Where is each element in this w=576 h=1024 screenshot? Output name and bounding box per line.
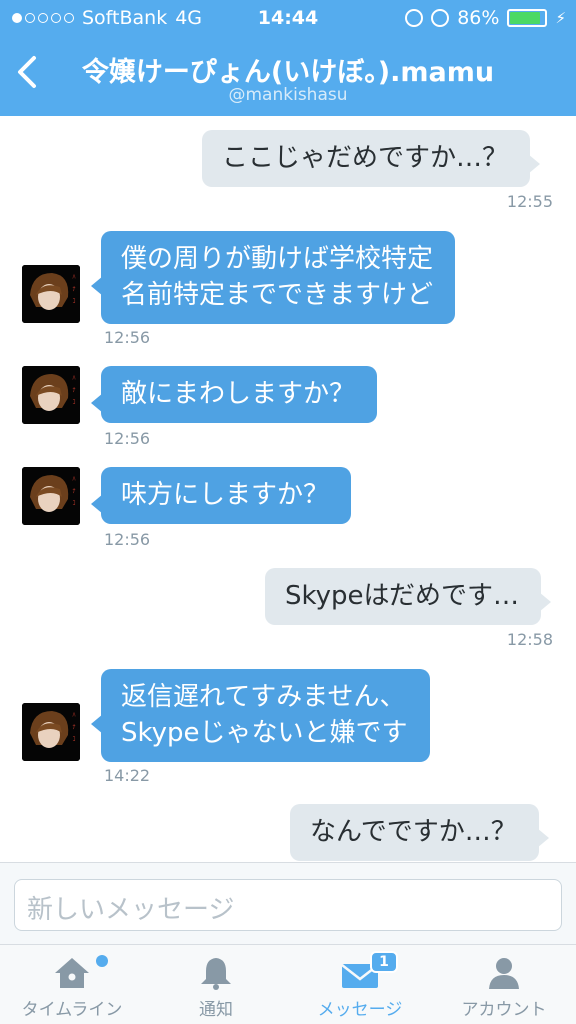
svg-text:ﾊ: ﾊ bbox=[72, 712, 75, 719]
message-text: なんでですか…？ bbox=[310, 817, 517, 847]
tab-label: メッセージ bbox=[317, 1000, 403, 1020]
conversation-title: 令嬢けーぴょん(いけぼ。).mamu bbox=[81, 57, 495, 88]
unread-badge: 1 bbox=[370, 951, 398, 973]
charging-icon: ⚡ bbox=[555, 9, 566, 27]
message-composer: 新しいメッセージ bbox=[0, 862, 576, 944]
status-bar: SoftBank 4G 14:44 86% ⚡ bbox=[0, 0, 576, 36]
svg-text:ﾊ: ﾊ bbox=[72, 476, 75, 483]
message-text: Skypeはだめです… bbox=[285, 581, 520, 611]
message-text: ここじゃだめですか…？ bbox=[222, 143, 509, 173]
svg-text:ｺ: ｺ bbox=[72, 298, 75, 305]
alarm-icon bbox=[431, 9, 450, 27]
svg-text:ﾅ: ﾅ bbox=[72, 488, 75, 495]
message-bubble-outgoing[interactable]: Skypeはだめです… bbox=[265, 568, 552, 625]
battery-icon bbox=[507, 9, 548, 27]
message-text: Skypeじゃないと嫌です bbox=[121, 718, 408, 748]
message-timestamp: 14:22 bbox=[104, 766, 151, 785]
tab-bar: タイムライン 通知 1 メッセージ アカウント bbox=[0, 944, 576, 1024]
rotation-lock-icon bbox=[405, 9, 424, 27]
nav-header: SoftBank 4G 14:44 86% ⚡ 令嬢けーぴょん(いけぼ。).ma… bbox=[0, 0, 576, 116]
tab-notifications[interactable]: 通知 bbox=[144, 945, 288, 1024]
message-text: 味方にしますか？ bbox=[121, 480, 330, 510]
battery-percent: 86% bbox=[457, 7, 500, 29]
tab-label: アカウント bbox=[461, 1000, 547, 1020]
message-text: 名前特定までできますけど bbox=[121, 280, 434, 310]
svg-text:ｺ: ｺ bbox=[72, 500, 75, 507]
tab-label: タイムライン bbox=[21, 1000, 123, 1020]
svg-text:ｺ: ｺ bbox=[72, 736, 75, 743]
svg-text:ﾅ: ﾅ bbox=[72, 387, 75, 394]
avatar[interactable]: ﾊﾅｺ bbox=[22, 467, 80, 525]
message-text: 返信遅れてすみません、 bbox=[121, 682, 406, 712]
message-bubble-outgoing[interactable]: ここじゃだめですか…？ bbox=[202, 130, 541, 187]
conversation-handle: @mankishasu bbox=[228, 85, 348, 105]
avatar[interactable]: ﾊﾅｺ bbox=[22, 703, 80, 761]
svg-text:ﾊ: ﾊ bbox=[72, 375, 75, 382]
message-timestamp: 12:56 bbox=[104, 429, 151, 448]
svg-text:ﾅ: ﾅ bbox=[72, 286, 75, 293]
tab-timeline[interactable]: タイムライン bbox=[0, 945, 144, 1024]
message-thread[interactable]: ここじゃだめですか…？ 12:55 ﾊﾅｺ 僕の周りが動けば学校特定 名前特定ま… bbox=[0, 116, 576, 862]
message-bubble-outgoing[interactable]: なんでですか…？ bbox=[290, 804, 549, 861]
message-timestamp: 12:55 bbox=[506, 192, 553, 211]
person-icon bbox=[489, 958, 519, 989]
message-text: 僕の周りが動けば学校特定 bbox=[121, 244, 434, 274]
avatar[interactable]: ﾊﾅｺ bbox=[22, 366, 80, 424]
bell-icon bbox=[201, 958, 231, 990]
message-bubble-incoming[interactable]: 味方にしますか？ bbox=[90, 467, 352, 524]
message-bubble-incoming[interactable]: 僕の周りが動けば学校特定 名前特定までできますけど bbox=[90, 231, 456, 324]
message-text: 敵にまわしますか？ bbox=[121, 379, 356, 409]
svg-text:ﾊ: ﾊ bbox=[72, 274, 75, 281]
new-activity-dot bbox=[96, 955, 108, 967]
tab-messages[interactable]: 1 メッセージ bbox=[288, 945, 432, 1024]
message-timestamp: 12:58 bbox=[506, 630, 553, 649]
svg-text:ﾅ: ﾅ bbox=[72, 724, 75, 731]
avatar[interactable]: ﾊﾅｺ bbox=[22, 265, 80, 323]
svg-text:ｺ: ｺ bbox=[72, 399, 75, 406]
tab-label: 通知 bbox=[199, 1000, 233, 1020]
message-bubble-incoming[interactable]: 敵にまわしますか？ bbox=[90, 366, 378, 423]
message-bubble-incoming[interactable]: 返信遅れてすみません、 Skypeじゃないと嫌です bbox=[91, 669, 430, 762]
message-timestamp: 12:56 bbox=[104, 328, 151, 347]
message-timestamp: 12:56 bbox=[104, 530, 151, 549]
home-icon bbox=[55, 958, 89, 988]
tab-account[interactable]: アカウント bbox=[432, 945, 576, 1024]
new-message-input[interactable]: 新しいメッセージ bbox=[14, 879, 562, 931]
